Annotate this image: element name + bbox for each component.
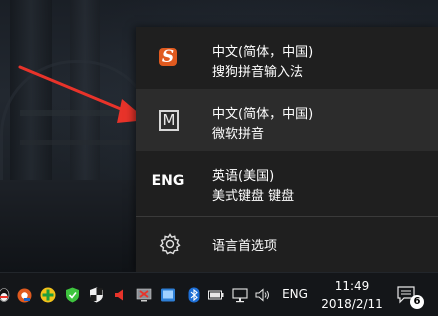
screen: S 中文(简体，中国) 搜狗拼音输入法 M 中文(简体，中国) 微软拼音 ENG… — [0, 0, 438, 316]
taskbar: ENG 11:49 2018/2/11 6 — [0, 272, 438, 316]
display-icon[interactable] — [160, 287, 176, 303]
shield-icon[interactable] — [64, 287, 80, 303]
security-shield-icon[interactable] — [88, 287, 104, 303]
network-icon[interactable] — [232, 287, 248, 303]
clock-time[interactable]: 11:49 — [318, 279, 386, 293]
wallpaper-detail — [20, 110, 130, 116]
wallpaper-desk — [0, 180, 135, 272]
gear-icon — [159, 233, 181, 255]
input-method-name: 美式键盘 键盘 — [212, 189, 295, 204]
notification-count-badge: 6 — [410, 295, 424, 309]
qq-icon[interactable] — [0, 287, 12, 303]
volume-warning-icon[interactable] — [112, 287, 128, 303]
input-method-name: 搜狗拼音输入法 — [212, 65, 304, 80]
battery-icon[interactable] — [208, 287, 224, 303]
bluetooth-icon[interactable] — [186, 287, 202, 303]
m-icon: M — [159, 110, 179, 131]
eng-icon: ENG — [151, 173, 185, 189]
language-name: 英语(美国) — [212, 169, 275, 184]
sogou-tray-icon[interactable] — [16, 287, 32, 303]
network-warning-icon[interactable] — [136, 287, 152, 303]
sogou-icon: S — [159, 47, 177, 67]
language-name: 中文(简体，中国) — [212, 107, 314, 122]
input-language-indicator[interactable]: ENG — [280, 287, 310, 303]
wallpaper-detail — [20, 140, 130, 145]
language-flyout: S 中文(简体，中国) 搜狗拼音输入法 M 中文(简体，中国) 微软拼音 ENG… — [136, 27, 438, 272]
language-item-microsoft-pinyin[interactable]: M 中文(简体，中国) 微软拼音 — [136, 89, 438, 151]
language-item-sogou[interactable]: S 中文(简体，中国) 搜狗拼音输入法 — [136, 27, 438, 89]
language-item-english[interactable]: ENG 英语(美国) 美式键盘 键盘 — [136, 151, 438, 213]
input-method-name: 微软拼音 — [212, 127, 265, 142]
clock-date[interactable]: 2018/2/11 — [318, 297, 386, 311]
speaker-icon[interactable] — [255, 287, 271, 303]
green-plus-icon[interactable] — [40, 287, 56, 303]
language-name: 中文(简体，中国) — [212, 45, 314, 60]
language-preferences-link[interactable]: 语言首选项 — [136, 217, 438, 272]
preferences-label: 语言首选项 — [212, 239, 278, 254]
